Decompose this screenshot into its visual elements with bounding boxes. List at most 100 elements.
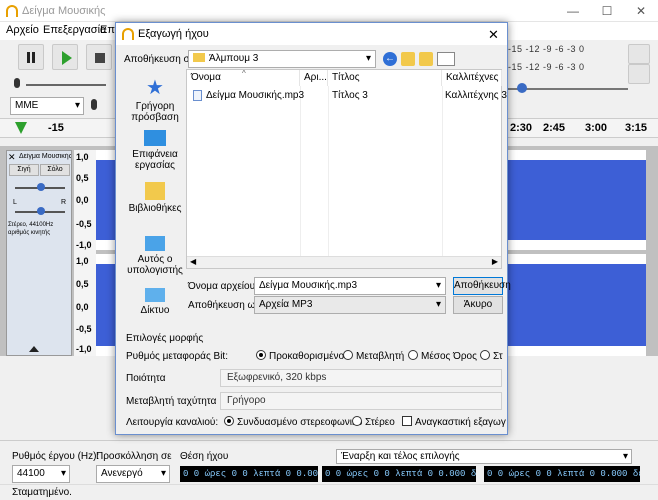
- radio-label: Μεταβλητή: [356, 351, 405, 362]
- selection-mode-value: Έναρξη και τέλος επιλογής: [341, 451, 460, 462]
- horizontal-scrollbar[interactable]: ◀ ▶: [187, 256, 501, 268]
- place-this-pc[interactable]: Αυτός ο υπολογιστής: [124, 236, 186, 276]
- radio-off-icon[interactable]: [480, 350, 490, 360]
- playback-volume-slider[interactable]: [26, 84, 106, 86]
- bitrate-mode-preset[interactable]: Προκαθορισμένο: [256, 350, 344, 362]
- project-rate-select[interactable]: 44100 ▾: [12, 465, 70, 483]
- place-network[interactable]: Δίκτυο: [124, 288, 186, 316]
- track-control-panel[interactable]: ✕ Δείγμα Μουσικής Σιγή Σόλο L R Στέρεο, …: [6, 150, 72, 356]
- mic-icon: [91, 99, 97, 110]
- save-button[interactable]: Αποθήκευση: [453, 277, 511, 295]
- scale-label: -0,5: [76, 219, 92, 229]
- file-list[interactable]: ^ Όνομα Αρι... Τίτλος Καλλιτέχνες που Δε…: [186, 69, 507, 269]
- file-name: Δείγμα Μουσικής.mp3: [206, 90, 305, 101]
- toolbar-button[interactable]: [628, 64, 650, 84]
- column-divider: [442, 86, 443, 258]
- snap-select[interactable]: Ανενεργό ▾: [96, 465, 170, 483]
- column-header-number[interactable]: Αρι...: [300, 70, 328, 86]
- quality-label: Ποιότητα: [126, 373, 166, 384]
- scale-label: -1,0: [76, 344, 92, 354]
- chevron-down-icon: ▾: [74, 100, 80, 111]
- dialog-title: Εξαγωγή ήχου: [138, 28, 209, 40]
- solo-button[interactable]: Σόλο: [40, 164, 70, 176]
- place-label: Δίκτυο: [140, 305, 170, 316]
- play-head-icon: [15, 122, 27, 134]
- audio-position-timecode[interactable]: 0 0 ώρες 0 0 λεπτά 0 0.000 δευτ.: [180, 466, 318, 482]
- table-row[interactable]: Δείγμα Μουσικής.mp3 Τίτλος 3 Καλλιτέχνης…: [187, 88, 507, 104]
- bitrate-mode-average[interactable]: Μέσος Όρος: [408, 350, 477, 362]
- ruler-label: 3:15: [625, 122, 648, 134]
- filename-input[interactable]: Δείγμα Μουσικής.mp3 ▾: [254, 277, 446, 295]
- bitrate-mode-variable[interactable]: Μεταβλητή: [343, 350, 404, 362]
- channel-mode-stereo[interactable]: Στέρεο: [352, 416, 395, 428]
- back-icon[interactable]: ←: [383, 52, 397, 66]
- scale-label: 0,0: [76, 195, 89, 205]
- mic-icon: [14, 78, 20, 88]
- radio-on-icon[interactable]: [224, 416, 234, 426]
- scroll-left-icon[interactable]: ◀: [190, 257, 196, 266]
- desktop-icon: [144, 130, 166, 146]
- network-icon: [145, 288, 165, 302]
- save-in-select[interactable]: Άλμπουμ 3 ▾: [188, 50, 376, 68]
- speed-thumb-icon[interactable]: [517, 83, 527, 93]
- pause-button[interactable]: [18, 44, 44, 70]
- places-bar: ★ Γρήγορη πρόσβαση Επιφάνεια εργασίας Βι…: [124, 68, 186, 318]
- view-menu-icon[interactable]: [437, 52, 455, 66]
- track-close-icon[interactable]: ✕: [8, 152, 16, 163]
- column-header-title[interactable]: Τίτλος: [328, 70, 442, 86]
- selection-start-timecode[interactable]: 0 0 ώρες 0 0 λεπτά 0 0.000 δευτ.: [322, 466, 476, 482]
- mute-button[interactable]: Σιγή: [9, 164, 39, 176]
- filename-label: Όνομα αρχείου:: [188, 281, 258, 292]
- close-icon[interactable]: ✕: [624, 0, 658, 22]
- up-folder-icon[interactable]: [401, 52, 415, 66]
- main-window-title: Δείγμα Μουσικής: [22, 5, 106, 17]
- maximize-icon[interactable]: ☐: [590, 0, 624, 22]
- bitrate-mode-constant[interactable]: Στ: [480, 350, 508, 362]
- chevron-down-icon: ▾: [622, 451, 628, 462]
- variable-speed-select[interactable]: Γρήγορο: [220, 392, 502, 410]
- selection-mode-select[interactable]: Έναρξη και τέλος επιλογής ▾: [336, 449, 632, 464]
- place-libraries[interactable]: Βιβλιοθήκες: [124, 182, 186, 214]
- pan-right-label: R: [61, 199, 67, 206]
- new-folder-icon[interactable]: [419, 52, 433, 66]
- place-desktop[interactable]: Επιφάνεια εργασίας: [124, 130, 186, 171]
- selection-end-timecode[interactable]: 0 0 ώρες 0 0 λεπτά 0 0.000 δευτ.: [484, 466, 640, 482]
- column-divider: [300, 86, 301, 258]
- scale-label: 0,5: [76, 173, 89, 183]
- quality-select[interactable]: Εξωφρενικό, 320 kbps: [220, 369, 502, 387]
- radio-off-icon[interactable]: [352, 416, 362, 426]
- scale-label: -0,5: [76, 324, 92, 334]
- scroll-right-icon[interactable]: ▶: [492, 257, 498, 266]
- radio-on-icon[interactable]: [256, 350, 266, 360]
- audio-host-select[interactable]: MME ▾: [10, 97, 84, 115]
- stop-button[interactable]: [86, 44, 112, 70]
- snap-value: Ανενεργό: [101, 468, 143, 479]
- close-icon[interactable]: ✕: [488, 27, 499, 43]
- force-mono-checkbox[interactable]: Αναγκαστική εξαγωγή σ: [402, 416, 506, 428]
- gain-thumb-icon[interactable]: [37, 183, 45, 191]
- save-type-select[interactable]: Αρχεία MP3 ▾: [254, 296, 446, 314]
- cancel-button[interactable]: Άκυρο: [453, 296, 503, 314]
- place-label: Βιβλιοθήκες: [128, 203, 182, 214]
- menu-edit[interactable]: Επεξεργασία: [43, 24, 106, 36]
- toolbar-button[interactable]: [628, 44, 650, 64]
- track-name[interactable]: Δείγμα Μουσικής: [19, 153, 71, 160]
- pan-thumb-icon[interactable]: [37, 207, 45, 215]
- column-header-artist[interactable]: Καλλιτέχνες που: [442, 70, 502, 86]
- column-header-name[interactable]: Όνομα: [187, 70, 300, 86]
- chevron-down-icon: ▾: [435, 299, 441, 310]
- export-audio-dialog: Εξαγωγή ήχου ✕ Αποθήκευση σε: Άλμπουμ 3 …: [115, 22, 511, 435]
- radio-off-icon[interactable]: [343, 350, 353, 360]
- minimize-icon[interactable]: —: [556, 0, 590, 22]
- channel-mode-joint-stereo[interactable]: Συνδυασμένο στερεοφωνικό: [224, 416, 362, 428]
- place-quick-access[interactable]: ★ Γρήγορη πρόσβαση: [124, 78, 186, 123]
- radio-off-icon[interactable]: [408, 350, 418, 360]
- save-in-label: Αποθήκευση σε:: [124, 54, 197, 65]
- checkbox-icon[interactable]: [402, 416, 412, 426]
- scale-label: 1,0: [76, 152, 89, 162]
- collapse-icon[interactable]: [29, 346, 39, 352]
- variable-speed-label: Μεταβλητή ταχύτητα: [126, 396, 217, 407]
- menu-file[interactable]: Αρχείο: [6, 24, 39, 36]
- play-button[interactable]: [52, 44, 78, 70]
- radio-label: Μέσος Όρος: [421, 351, 477, 362]
